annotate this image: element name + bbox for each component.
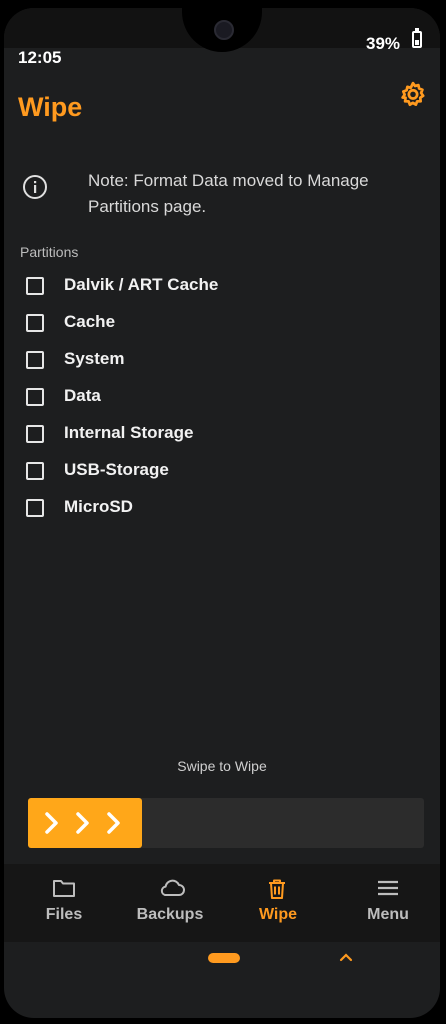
swipe-handle[interactable] — [28, 798, 142, 848]
checkbox[interactable] — [26, 314, 44, 332]
nav-files[interactable]: Files — [14, 864, 114, 942]
nav-menu[interactable]: Menu — [338, 864, 438, 942]
partition-label: USB-Storage — [64, 460, 169, 479]
status-time: 12:05 — [18, 48, 62, 67]
checkbox[interactable] — [26, 462, 44, 480]
info-note: Note: Format Data moved to Manage Partit… — [22, 166, 422, 226]
checkbox[interactable] — [26, 388, 44, 406]
partition-label: Internal Storage — [64, 423, 194, 442]
partition-list: Dalvik / ART Cache Cache System Data Int… — [20, 274, 420, 533]
nav-label: Wipe — [258, 906, 298, 923]
checkbox[interactable] — [26, 351, 44, 369]
partition-label: Data — [64, 386, 101, 405]
partition-system[interactable]: System — [20, 348, 420, 385]
gear-icon[interactable] — [398, 80, 428, 110]
info-icon — [23, 175, 47, 199]
partition-dalvik[interactable]: Dalvik / ART Cache — [20, 274, 420, 311]
partition-data[interactable]: Data — [20, 385, 420, 422]
trash-icon — [269, 879, 285, 899]
note-text: Note: Format Data moved to Manage Partit… — [88, 171, 369, 216]
camera-icon — [214, 20, 234, 40]
folder-icon — [53, 880, 75, 897]
cloud-icon — [160, 879, 185, 896]
nav-label: Backups — [136, 906, 204, 923]
partitions-heading: Partitions — [20, 244, 79, 260]
partition-label: Cache — [64, 312, 116, 331]
title-bar: Wipe — [4, 78, 440, 138]
menu-icon — [378, 880, 398, 896]
chevron-up-icon[interactable] — [339, 952, 353, 962]
phone-screen: 12:05 39% Wipe Note: Format Data moved t… — [4, 8, 440, 1018]
partition-cache[interactable]: Cache — [20, 311, 420, 348]
swipe-label: Swipe to Wipe — [177, 758, 267, 774]
checkbox[interactable] — [26, 499, 44, 517]
swipe-slider[interactable] — [28, 798, 424, 848]
checkbox[interactable] — [26, 277, 44, 295]
battery-icon — [412, 28, 422, 48]
partition-label: System — [64, 349, 125, 368]
checkbox[interactable] — [26, 425, 44, 443]
home-gesture-bar[interactable] — [208, 953, 240, 963]
nav-backups[interactable]: Backups — [120, 864, 220, 942]
partition-label: Dalvik / ART Cache — [64, 275, 219, 294]
nav-wipe[interactable]: Wipe — [228, 864, 328, 942]
partition-usb-storage[interactable]: USB-Storage — [20, 459, 420, 496]
partition-label: MicroSD — [64, 497, 133, 516]
nav-label: Files — [45, 906, 83, 923]
nav-label: Menu — [367, 906, 409, 923]
bottom-navigation: Files Backups Wipe Menu — [4, 864, 440, 942]
partition-internal-storage[interactable]: Internal Storage — [20, 422, 420, 459]
partition-microsd[interactable]: MicroSD — [20, 496, 420, 533]
battery-percent: 39% — [366, 34, 401, 53]
page-title: Wipe — [18, 92, 83, 122]
chevron-right-icon — [45, 812, 120, 834]
